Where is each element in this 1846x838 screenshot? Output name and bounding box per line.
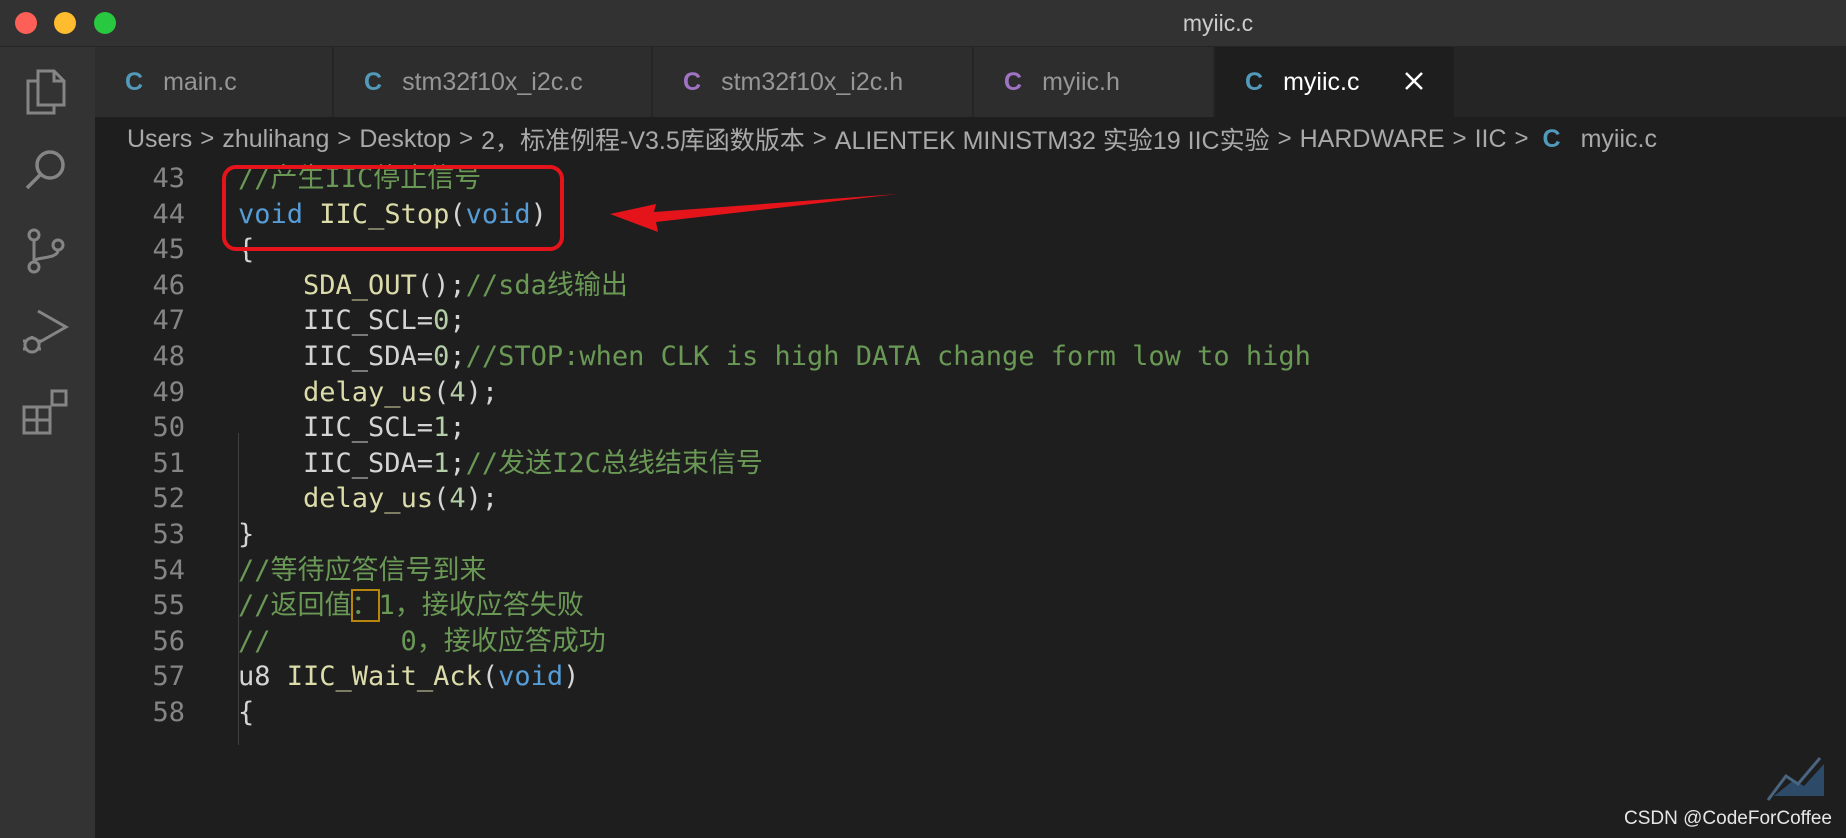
close-tab-icon[interactable] — [1400, 67, 1428, 95]
code-token: ; — [449, 412, 466, 444]
code-token: 4 — [449, 376, 466, 408]
code-token: 0 — [433, 305, 450, 337]
code-token: delay_us — [303, 483, 434, 515]
tab-stm32f10x-i2c-h[interactable]: C stm32f10x_i2c.h — [653, 47, 973, 117]
code-token: // 0，接收应答成功 — [238, 625, 606, 657]
code-token: 1 — [433, 412, 450, 444]
code-token: SDA_OUT — [303, 269, 417, 301]
code-token: ( — [433, 376, 450, 408]
highlight-box — [222, 165, 564, 251]
c-file-icon: C — [1245, 67, 1264, 96]
window-title: myiic.c — [1182, 10, 1254, 36]
line-number: 58 — [152, 697, 185, 728]
code-token: ： — [350, 589, 380, 623]
code-token: //发送I2C总线结束信号 — [465, 447, 763, 479]
code-token: ) — [563, 661, 580, 693]
code-token: u8 — [238, 661, 271, 693]
tab-label: main.c — [163, 67, 237, 96]
code-token: void — [498, 661, 564, 693]
tab-label: stm32f10x_i2c.h — [721, 67, 904, 96]
run-debug-icon[interactable] — [18, 303, 74, 359]
code-token: 0 — [433, 341, 450, 372]
code-token: //等待应答信号到来 — [238, 554, 487, 586]
code-token: ( — [433, 483, 450, 515]
code-token: ; — [449, 447, 466, 479]
code-text: { — [238, 692, 254, 734]
code-token: { — [238, 697, 255, 728]
chevron-right-icon: > — [812, 125, 827, 152]
c-file-icon: C — [364, 67, 383, 96]
tab-myiic-h[interactable]: C myiic.h — [974, 47, 1214, 117]
code-token: IIC_SCL= — [238, 305, 434, 337]
code-line[interactable]: 58 { — [95, 692, 1846, 734]
code-token: IIC_SDA= — [238, 447, 434, 479]
files-icon[interactable] — [18, 63, 74, 119]
tab-label: stm32f10x_i2c.c — [402, 67, 583, 96]
code-token: ; — [449, 305, 466, 337]
chevron-right-icon: > — [459, 125, 474, 152]
tab-label: myiic.h — [1042, 67, 1120, 96]
c-file-icon: C — [125, 67, 144, 96]
code-token: IIC_SCL= — [238, 412, 434, 444]
chevron-right-icon: > — [1514, 125, 1529, 152]
breadcrumb-item[interactable]: Desktop — [359, 125, 451, 154]
chevron-right-icon: > — [337, 125, 352, 152]
c-file-icon: C — [1542, 124, 1561, 153]
header-file-icon: C — [683, 67, 702, 96]
chevron-right-icon: > — [1452, 125, 1467, 152]
breadcrumb-item[interactable]: 2，标准例程-V3.5库函数版本 — [481, 121, 805, 157]
breadcrumb-item[interactable]: ALIENTEK MINISTM32 实验19 IIC实验 — [835, 121, 1270, 157]
title-bar: myiic.c — [0, 0, 1846, 47]
red-arrow-icon — [610, 194, 898, 232]
code-token: //返回值 — [238, 590, 352, 622]
tab-stm32f10x-i2c-c[interactable]: C stm32f10x_i2c.c — [334, 47, 652, 117]
code-token: //STOP:when CLK is high DATA change form… — [465, 341, 1311, 372]
code-token: ); — [465, 376, 499, 408]
source-control-icon[interactable] — [18, 223, 74, 279]
code-token: ( — [481, 661, 499, 693]
activity-bar — [0, 47, 95, 838]
code-token: 1 — [433, 447, 450, 479]
breadcrumb-item[interactable]: IIC — [1475, 125, 1507, 154]
cloud-logo-icon — [1766, 757, 1824, 801]
code-token: IIC_Wait_Ack — [286, 661, 482, 693]
code-token: //sda线输出 — [465, 269, 628, 301]
code-token: 1，接收应答失败 — [378, 590, 584, 622]
search-icon[interactable] — [18, 143, 74, 199]
tab-label: myiic.c — [1283, 67, 1360, 96]
breadcrumb-item[interactable]: HARDWARE — [1300, 125, 1445, 154]
breadcrumb-item[interactable]: zhulihang — [222, 125, 329, 154]
code-token: ); — [465, 483, 499, 515]
code-token: } — [238, 519, 255, 550]
breadcrumb: Users > zhulihang > Desktop > 2，标准例程-V3.… — [95, 117, 1846, 161]
breadcrumb-file[interactable]: myiic.c — [1581, 125, 1657, 154]
breadcrumb-item[interactable]: Users — [127, 125, 192, 154]
tab-bar: C main.c C stm32f10x_i2c.c C stm32f10x_i… — [95, 47, 1846, 117]
code-token: 4 — [449, 483, 466, 515]
extensions-icon[interactable] — [18, 383, 74, 439]
code-token: ; — [449, 341, 466, 372]
chevron-right-icon: > — [200, 125, 215, 152]
tab-myiic-c[interactable]: C myiic.c — [1215, 47, 1455, 117]
chevron-right-icon: > — [1277, 125, 1292, 152]
code-token: delay_us — [303, 376, 434, 408]
code-editor[interactable]: 43//产生IIC停止信号 44 void IIC_Stop(void) 45{46 … — [95, 161, 1846, 838]
header-file-icon: C — [1004, 67, 1023, 96]
code-token: (); — [416, 269, 466, 301]
code-token: IIC_SDA= — [238, 341, 434, 372]
watermark: CSDN @CodeForCoffee — [1624, 808, 1832, 829]
tab-main-c[interactable]: C main.c — [95, 47, 333, 117]
